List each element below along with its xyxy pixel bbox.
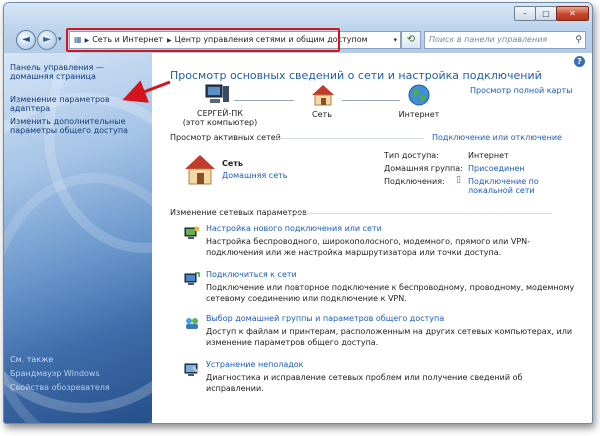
annotation-arrow [122, 80, 171, 103]
